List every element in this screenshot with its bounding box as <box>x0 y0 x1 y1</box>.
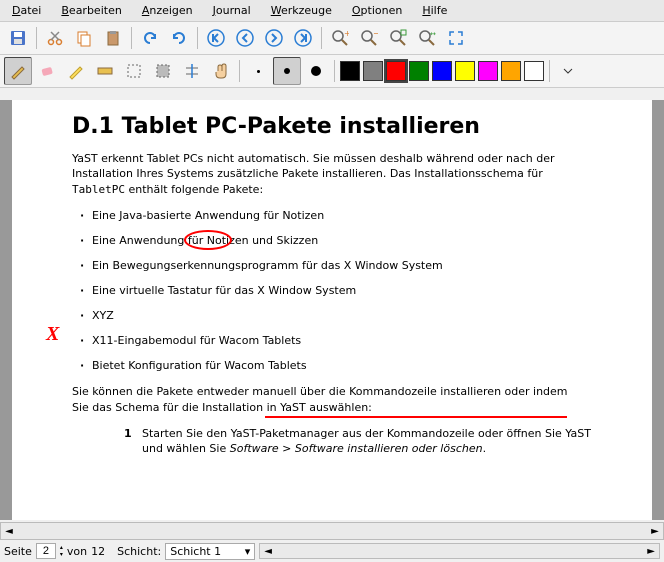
red-x-annotation: X <box>46 323 59 346</box>
menu-options[interactable]: Optionen <box>348 2 406 19</box>
step-1: Starten Sie den YaST-Paketmanager aus de… <box>142 426 592 457</box>
menu-view[interactable]: Anzeigen <box>138 2 197 19</box>
cut-button[interactable] <box>41 24 69 52</box>
color-swatch[interactable] <box>340 61 360 81</box>
list-item: Eine Anwendung für Notizen und Skizzen <box>92 234 592 247</box>
zoom-out-button[interactable]: − <box>355 24 383 52</box>
list-item: Ein Bewegungserkennungsprogramm für das … <box>92 259 592 272</box>
text-tool[interactable] <box>91 57 119 85</box>
menu-edit[interactable]: Bearbeiten <box>57 2 125 19</box>
svg-text:+: + <box>344 29 349 38</box>
highlighter-tool[interactable] <box>62 57 90 85</box>
layer-label: Schicht: <box>117 545 161 558</box>
zoom-width-button[interactable]: ↔ <box>413 24 441 52</box>
dropdown-arrow[interactable] <box>554 57 582 85</box>
last-page-button[interactable] <box>289 24 317 52</box>
svg-text:−: − <box>373 29 378 38</box>
color-swatch[interactable] <box>524 61 544 81</box>
hand-tool[interactable] <box>207 57 235 85</box>
total-pages: 12 <box>91 545 105 558</box>
dot-medium[interactable] <box>273 57 301 85</box>
list-item: X11-Eingabemodul für Wacom Tablets <box>92 334 592 347</box>
menu-help[interactable]: Hilfe <box>418 2 451 19</box>
list-item: XYZ <box>92 309 592 322</box>
save-button[interactable] <box>4 24 32 52</box>
steps-list: Starten Sie den YaST-Paketmanager aus de… <box>72 426 592 457</box>
scroll-right-icon[interactable]: ► <box>647 526 663 537</box>
scroll-right-icon[interactable]: ► <box>643 546 659 557</box>
page-label: Seite <box>4 545 32 558</box>
svg-text:↔: ↔ <box>430 30 436 38</box>
of-label: von <box>67 545 87 558</box>
next-page-button[interactable] <box>260 24 288 52</box>
intro-paragraph: YaST erkennt Tablet PCs nicht automatisc… <box>72 151 592 197</box>
color-swatch[interactable] <box>409 61 429 81</box>
horizontal-scrollbar[interactable]: ◄ ► <box>0 522 664 540</box>
paragraph-2: Sie können die Pakete entweder manuell ü… <box>72 384 592 415</box>
list-item: Eine virtuelle Tastatur für das X Window… <box>92 284 592 297</box>
content-area: D.1 Tablet PC-Pakete installieren YaST e… <box>0 100 664 520</box>
first-page-button[interactable] <box>202 24 230 52</box>
paste-button[interactable] <box>99 24 127 52</box>
color-swatch[interactable] <box>501 61 521 81</box>
prev-page-button[interactable] <box>231 24 259 52</box>
vertical-space-tool[interactable] <box>178 57 206 85</box>
zoom-fit-button[interactable] <box>384 24 412 52</box>
layer-select[interactable]: Schicht 1 ▾ <box>165 543 255 560</box>
chevron-down-icon: ▾ <box>245 545 251 558</box>
document-page[interactable]: D.1 Tablet PC-Pakete installieren YaST e… <box>12 100 652 520</box>
list-item: Bietet Konfiguration für Wacom Tablets <box>92 359 592 372</box>
redo-button[interactable] <box>165 24 193 52</box>
bullet-list: Eine Java-basierte Anwendung für Notizen… <box>72 209 592 372</box>
undo-button[interactable] <box>136 24 164 52</box>
color-swatch[interactable] <box>455 61 475 81</box>
scroll-left-icon[interactable]: ◄ <box>1 526 17 537</box>
scroll-left-icon[interactable]: ◄ <box>260 546 276 557</box>
menu-file[interactable]: Datei <box>8 2 45 19</box>
pen-tool[interactable] <box>4 57 32 85</box>
status-scrollbar[interactable]: ◄ ► <box>259 543 660 559</box>
dot-large[interactable] <box>302 57 330 85</box>
copy-button[interactable] <box>70 24 98 52</box>
color-swatch[interactable] <box>478 61 498 81</box>
page-spinner[interactable]: ▴▾ <box>60 544 63 558</box>
statusbar: Seite ▴▾ von 12 Schicht: Schicht 1 ▾ ◄ ► <box>0 540 664 562</box>
red-strike-annotation <box>265 416 567 418</box>
select-region-tool[interactable] <box>149 57 177 85</box>
color-swatch[interactable] <box>432 61 452 81</box>
menu-journal[interactable]: Journal <box>209 2 255 19</box>
eraser-tool[interactable] <box>33 57 61 85</box>
menubar: Datei Bearbeiten Anzeigen Journal Werkze… <box>0 0 664 22</box>
select-rect-tool[interactable] <box>120 57 148 85</box>
toolbar-main: + − ↔ <box>0 22 664 55</box>
heading: D.1 Tablet PC-Pakete installieren <box>72 114 592 139</box>
zoom-in-button[interactable]: + <box>326 24 354 52</box>
fullscreen-button[interactable] <box>442 24 470 52</box>
color-swatch[interactable] <box>386 61 406 81</box>
color-swatch[interactable] <box>363 61 383 81</box>
toolbar-tools <box>0 55 664 88</box>
page-number-input[interactable] <box>36 543 56 559</box>
menu-tools[interactable]: Werkzeuge <box>267 2 336 19</box>
dot-small[interactable] <box>244 57 272 85</box>
list-item: Eine Java-basierte Anwendung für Notizen <box>92 209 592 222</box>
